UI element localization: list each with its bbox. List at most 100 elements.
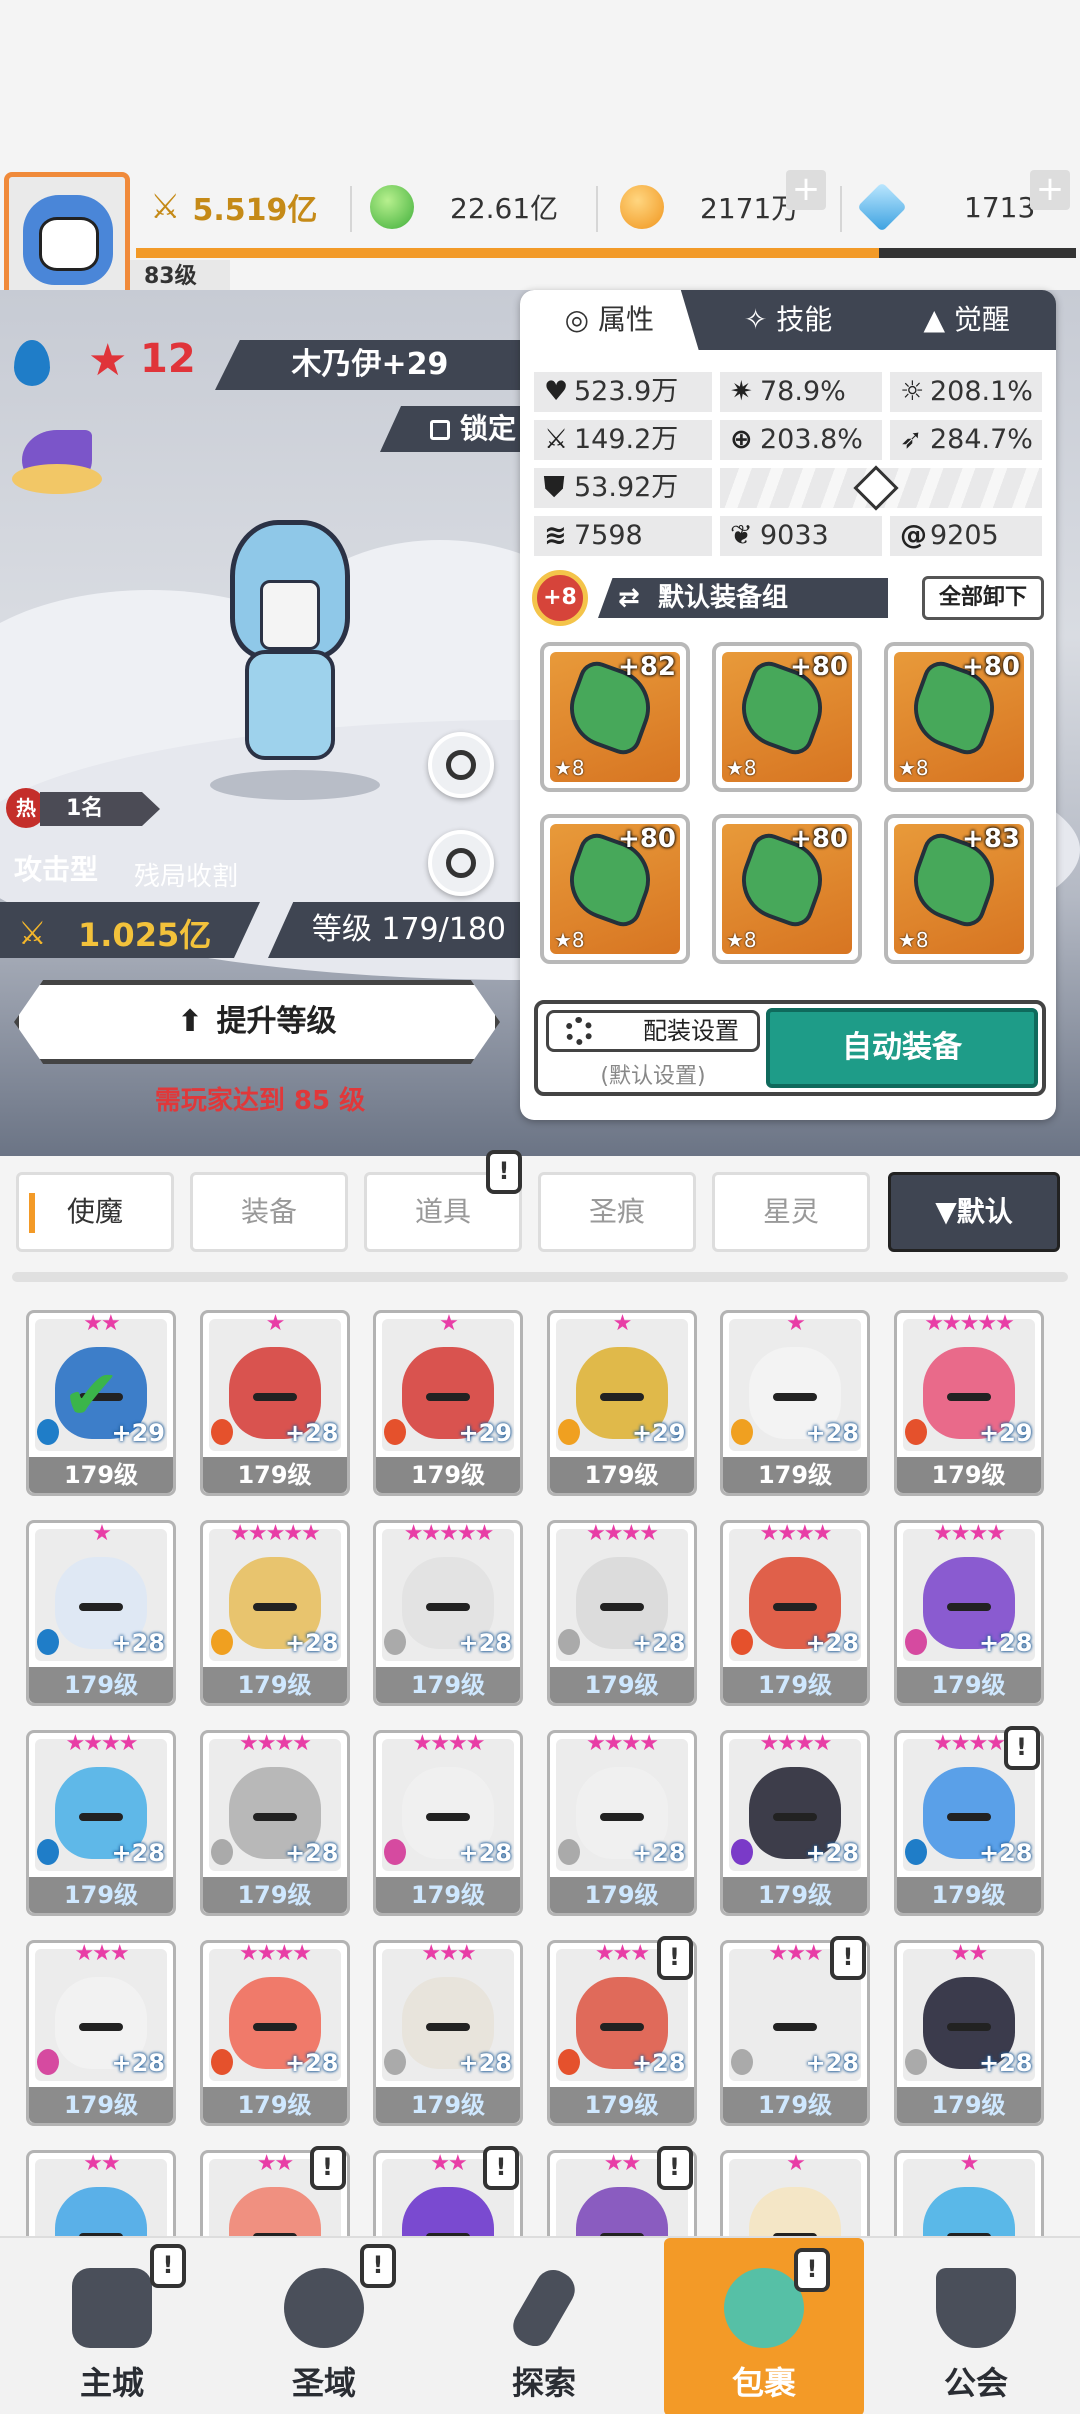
rotate-view-button[interactable] — [428, 830, 494, 896]
hero-enhance: +28 — [805, 1839, 859, 1867]
stat-value: 9205 — [930, 520, 999, 551]
panel-tabs: ◎ 属性 ✧ 技能 ▲ 觉醒 — [520, 290, 1056, 350]
tab-star-spirits[interactable]: 星灵 — [712, 1172, 870, 1252]
shield-icon: ⛊ — [544, 472, 565, 503]
stat-defense: ⛊ 53.92万 — [534, 468, 712, 508]
hero-card[interactable]: ★★ — [26, 2150, 176, 2236]
total-power: ⚔ 5.519亿 — [150, 172, 317, 242]
hero-roster-grid: ★★ +29 179级 ★ +28 179级 ★ +29 179级 ★ +29 179级 ★ +28 179… — [26, 1310, 1066, 2236]
hero-level: 179级 — [376, 2087, 520, 2123]
equip-slot-armor[interactable]: +80 ★8 — [884, 642, 1034, 792]
hero-card[interactable]: ★★★★ +28 179级 — [26, 1730, 176, 1916]
hero-enhance: +28 — [458, 2049, 512, 2077]
auto-equip-button[interactable]: 自动装备 — [766, 1008, 1038, 1088]
hero-card[interactable]: ★★★★ +28 179级 — [199, 1730, 350, 1916]
hero-stars: ★★★★ — [933, 1521, 1006, 1546]
element-icon — [904, 1629, 927, 1655]
rank-badge[interactable]: 1名 — [40, 792, 160, 826]
hero-card[interactable]: ★★★★★ +28 179级 — [373, 1520, 523, 1706]
gem-value: 22.61亿 — [450, 192, 559, 225]
section-divider — [12, 1272, 1068, 1282]
hero-stars: ★★★★ — [65, 1731, 139, 1756]
hero-card[interactable]: ★★★ +28 179级 — [373, 1940, 523, 2126]
triangle-icon: ▲ — [923, 303, 954, 336]
divider — [350, 186, 352, 232]
stat-value: 7598 — [574, 520, 643, 551]
hero-card[interactable]: ★ +29 179级 — [546, 1310, 697, 1496]
hero-stars: ★ — [786, 1311, 806, 1336]
gem-resource: 22.61亿 — [370, 172, 558, 242]
hero-enhance: +28 — [284, 1419, 339, 1447]
alert-icon: ! — [483, 2146, 519, 2190]
hero-card[interactable]: ★ +29 179级 — [373, 1310, 523, 1496]
tab-attributes[interactable]: ◎ 属性 — [520, 290, 699, 350]
hero-card[interactable]: ★★ +28 179级 — [893, 1940, 1044, 2126]
hero-enhance: +28 — [111, 1839, 165, 1867]
nav-bag[interactable]: 包裹 ! — [664, 2238, 864, 2414]
hero-card[interactable]: ★★★★ +28 179级 — [546, 1520, 697, 1706]
equip-slot-weapon[interactable]: +82 ★8 — [540, 642, 690, 792]
equipment-set-selector[interactable]: ⇄ 默认装备组 — [598, 578, 888, 618]
hero-card[interactable]: ★★★★ +28 179级 — [373, 1730, 523, 1916]
add-crystal-button[interactable]: + — [1030, 170, 1070, 210]
tab-familiars[interactable]: 使魔 — [16, 1172, 174, 1252]
tab-awaken[interactable]: ▲ 觉醒 — [877, 290, 1056, 350]
add-gold-button[interactable]: + — [786, 170, 826, 210]
hero-card[interactable]: ★ +28 179级 — [720, 1310, 870, 1496]
gold-value: 2171万 — [700, 192, 800, 225]
hero-card[interactable]: ★★★ +28 179级 — [26, 1940, 176, 2126]
upgrade-label: 提升等级 — [216, 1004, 337, 1039]
hero-power-value: 1.025亿 — [78, 916, 212, 954]
element-icon — [731, 1629, 753, 1655]
element-icon — [557, 1629, 580, 1655]
tab-stigmata[interactable]: 圣痕 — [538, 1172, 696, 1252]
upgrade-level-button[interactable]: ⬆ 提升等级 — [14, 980, 500, 1064]
nav-sanctuary[interactable]: 圣域 ! — [224, 2238, 424, 2414]
unequip-all-button[interactable]: 全部卸下 — [922, 576, 1044, 620]
hero-enhance: +28 — [805, 1419, 859, 1447]
nav-main-city[interactable]: 主城 ! — [12, 2238, 212, 2414]
equip-slot-helmet[interactable]: +80 ★8 — [712, 642, 862, 792]
equip-slot-gloves[interactable]: +80 ★8 — [712, 814, 862, 964]
hero-card[interactable]: ★ — [893, 2150, 1044, 2236]
hero-level: 179级 — [723, 1667, 867, 1703]
nav-explore[interactable]: 探索 — [444, 2238, 644, 2414]
tab-skills[interactable]: ✧ 技能 — [699, 290, 878, 350]
alert-icon: ! — [1003, 1726, 1040, 1770]
equip-slot-belt[interactable]: +80 ★8 — [540, 814, 690, 964]
hero-card[interactable]: ★★★★ +28 179级 — [199, 1940, 350, 2126]
hero-level: 179级 — [202, 1457, 347, 1493]
hero-card[interactable]: ★ — [720, 2150, 870, 2236]
hero-stars: ★★★★★ — [230, 1521, 321, 1546]
hero-card[interactable]: ★★★★★ +28 179级 — [199, 1520, 350, 1706]
hero-level: 179级 — [376, 1457, 520, 1493]
sort-dropdown[interactable]: ▼默认 — [888, 1172, 1060, 1252]
view-skin-button[interactable] — [428, 732, 494, 798]
equip-slot-boots[interactable]: +83 ★8 — [884, 814, 1034, 964]
wizard-hat-icon[interactable] — [12, 420, 102, 500]
nav-guild[interactable]: 公会 — [876, 2238, 1076, 2414]
hero-card[interactable]: ★★★★ +28 179级 — [720, 1730, 870, 1916]
hero-card[interactable]: ★★★★★ +29 179级 — [893, 1310, 1044, 1496]
hero-level: 179级 — [896, 1457, 1041, 1493]
hero-card[interactable]: ★★★★ +28 179级 — [893, 1520, 1044, 1706]
hero-stars: ★★★★★ — [924, 1311, 1015, 1336]
hero-level: 179级 — [202, 2087, 347, 2123]
tab-equipment[interactable]: 装备 — [190, 1172, 348, 1252]
hero-card[interactable]: ★ +28 179级 — [26, 1520, 176, 1706]
element-icon — [210, 1839, 233, 1865]
hero-card[interactable]: ★★★★ +28 179级 — [720, 1520, 870, 1706]
crystal-icon — [857, 182, 907, 232]
star-rank: ★8 — [898, 756, 929, 780]
hero-enhance: +29 — [631, 1419, 686, 1447]
hero-stars: ★ — [959, 2151, 980, 2176]
loadout-settings-button[interactable]: 配装设置 — [546, 1010, 760, 1052]
hero-card[interactable]: ★ +28 179级 — [199, 1310, 350, 1496]
up-arrow-icon: ⬆ — [177, 1004, 203, 1039]
hero-card[interactable]: ★★★★ +28 179级 — [546, 1730, 697, 1916]
hero-portrait-figure — [402, 2187, 494, 2236]
lock-button[interactable]: 锁定 — [380, 406, 530, 452]
target-icon: ⊕ — [730, 424, 753, 455]
player-avatar[interactable] — [4, 172, 130, 298]
leaf-icon: ❦ — [730, 520, 753, 551]
